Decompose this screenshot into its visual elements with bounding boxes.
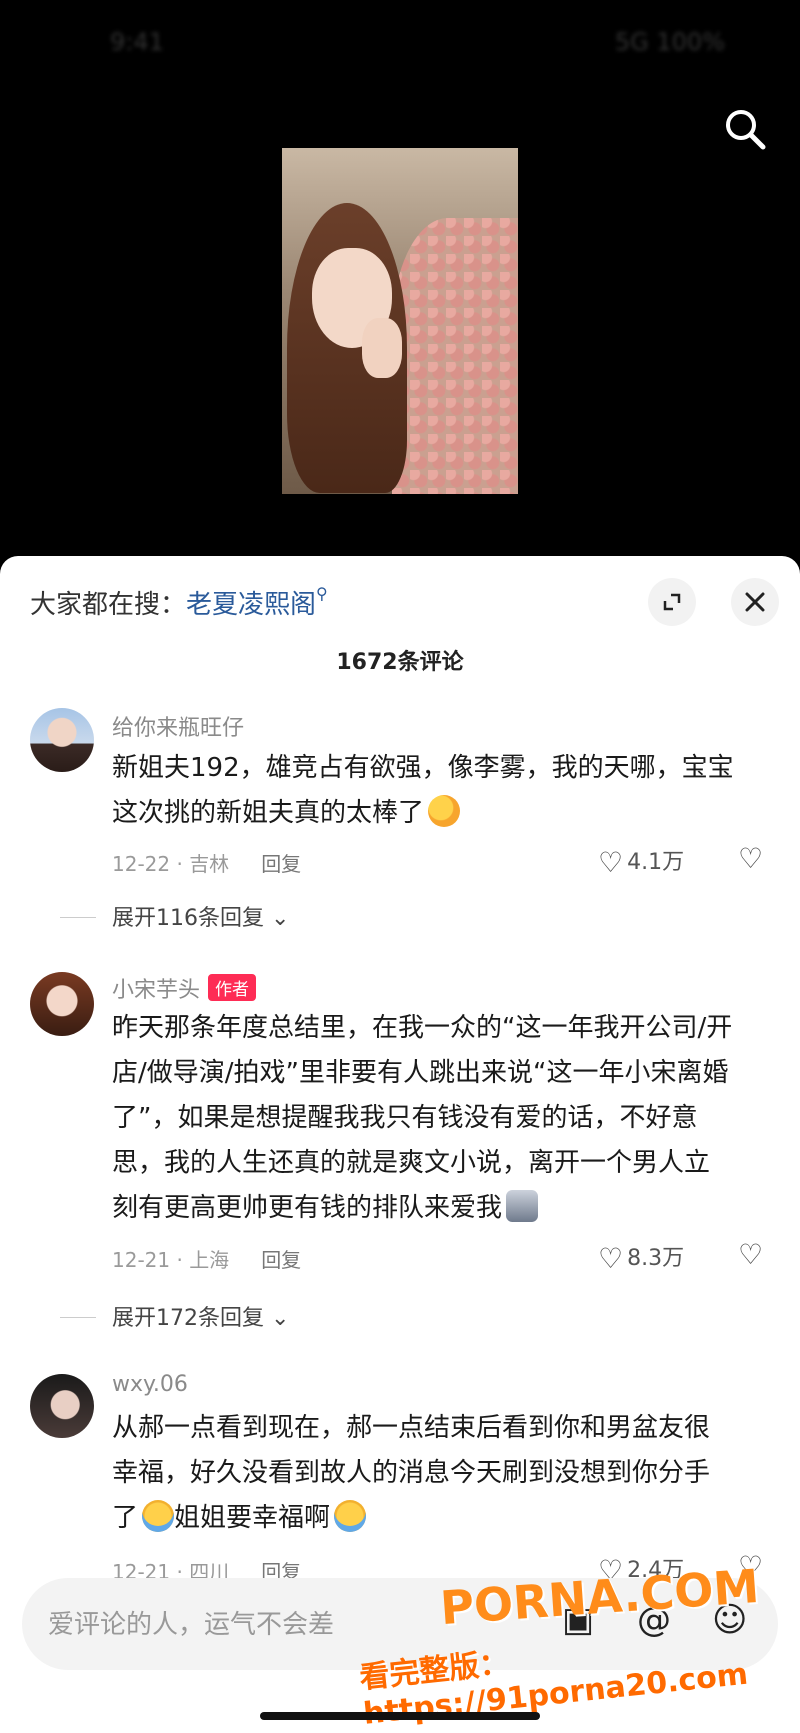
comments-sheet: 大家都在搜：老夏凌熙阁⚲ 1672条评论 给你来瓶旺仔 新姐夫192，雄竞占有欲…: [0, 556, 800, 1733]
comment-line: 这次挑的新姐夫真的太棒了: [112, 791, 762, 836]
expand-replies-button[interactable]: 展开172条回复 ⌄: [60, 1300, 290, 1332]
close-icon: [745, 592, 765, 612]
hug-emoji-icon: [428, 795, 461, 827]
comment-count: 1672条评论: [336, 650, 464, 675]
comment-meta: 12-21 · 上海 回复: [112, 1248, 302, 1272]
like-count: 8.3万: [627, 1246, 685, 1271]
comment-line: 店/做导演/拍戏”里非要有人跳出来说“这一年小宋离婚: [112, 1058, 729, 1088]
crying-emoji-icon: [334, 1500, 367, 1532]
comment-username[interactable]: wxy.06: [112, 1372, 188, 1397]
hot-search-keyword[interactable]: 老夏凌熙阁: [186, 590, 316, 620]
expand-replies-button[interactable]: 展开116条回复 ⌄: [60, 900, 290, 932]
comment-username[interactable]: 给你来瓶旺仔: [112, 710, 244, 742]
comment-line: 从郝一点看到现在，郝一点结束后看到你和男盆友很: [112, 1413, 711, 1443]
comment-text: 从郝一点看到现在，郝一点结束后看到你和男盆友很 幸福，好久没看到故人的消息今天刷…: [112, 1406, 762, 1541]
comment-line: 思，我的人生还真的就是爽文小说，离开一个男人立: [112, 1148, 711, 1178]
like-button[interactable]: ♡ 8.3万: [598, 1240, 684, 1275]
comment-line: 昨天那条年度总结里，在我一众的“这一年我开公司/开: [112, 1013, 733, 1043]
status-time: 9:41: [110, 28, 164, 56]
avatar[interactable]: [30, 972, 94, 1036]
heart-icon: ♡: [598, 1242, 624, 1275]
video-thumbnail[interactable]: [282, 148, 518, 494]
avatar[interactable]: [30, 1374, 94, 1438]
comment-text: 新姐夫192，雄竞占有欲强，像李雾，我的天哪，宝宝 这次挑的新姐夫真的太棒了: [112, 746, 762, 836]
comment-text: 昨天那条年度总结里，在我一众的“这一年我开公司/开 店/做导演/拍戏”里非要有人…: [112, 1006, 762, 1231]
portrait-hand: [362, 318, 402, 378]
avatar[interactable]: [30, 708, 94, 772]
home-indicator[interactable]: [260, 1712, 540, 1720]
heart-icon: ♡: [598, 846, 624, 879]
reply-button[interactable]: 回复: [261, 1248, 301, 1272]
author-badge: 作者: [208, 974, 257, 1001]
like-button[interactable]: ♡ 4.1万: [598, 844, 684, 879]
rose-bouquet: [392, 218, 518, 494]
reply-button[interactable]: 回复: [261, 852, 301, 876]
comment-line: 新姐夫192，雄竞占有欲强，像李雾，我的天哪，宝宝: [112, 753, 734, 783]
search-icon[interactable]: [722, 106, 768, 152]
chevron-down-icon: ⌄: [264, 906, 290, 931]
mini-search-icon: ⚲: [316, 584, 328, 603]
cat-emoji-icon: [506, 1190, 539, 1222]
comment-line: 了”，如果是想提醒我我只有钱没有爱的话，不好意: [112, 1103, 698, 1133]
comment-line: 幸福，好久没看到故人的消息今天刷到没想到你分手: [112, 1458, 711, 1488]
comment-meta: 12-22 · 吉林 回复: [112, 852, 302, 876]
comment-line: 了姐姐要幸福啊: [112, 1496, 762, 1541]
close-button[interactable]: [731, 578, 779, 626]
dislike-icon[interactable]: ♡: [738, 842, 763, 875]
dislike-icon[interactable]: ♡: [738, 1238, 763, 1271]
expand-button[interactable]: [648, 578, 696, 626]
comment-username[interactable]: 小宋芋头 作者: [112, 972, 257, 1004]
like-count: 4.1万: [627, 850, 685, 875]
comment-line: 刻有更高更帅更有钱的排队来爱我: [112, 1186, 762, 1231]
hot-search-label: 大家都在搜：: [30, 590, 187, 620]
expand-icon: [663, 593, 681, 611]
crying-emoji-icon: [142, 1500, 175, 1532]
chevron-down-icon: ⌄: [264, 1306, 290, 1331]
hot-search[interactable]: 大家都在搜：老夏凌熙阁⚲: [30, 584, 328, 621]
status-indicators: 5G 100%: [614, 28, 725, 56]
